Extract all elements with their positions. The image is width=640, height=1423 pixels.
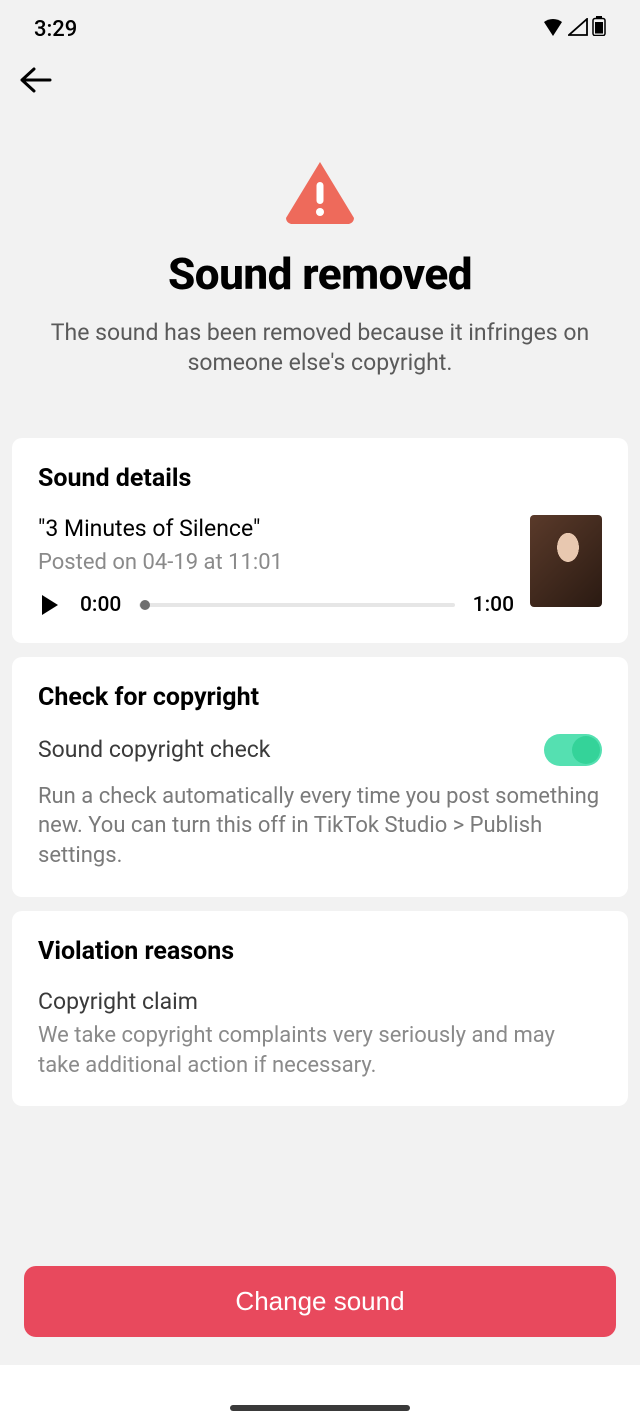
play-button[interactable] <box>38 593 62 617</box>
change-sound-button[interactable]: Change sound <box>24 1266 616 1337</box>
player-time-total: 1:00 <box>473 593 514 617</box>
play-icon <box>40 594 60 616</box>
battery-icon <box>592 16 606 42</box>
home-indicator-area <box>0 1365 640 1423</box>
cell-signal-icon <box>568 17 588 42</box>
back-button[interactable] <box>18 56 66 104</box>
violation-claim-description: We take copyright complaints very seriou… <box>38 1021 602 1080</box>
sound-title: "3 Minutes of Silence" <box>38 515 514 542</box>
status-indicators <box>542 16 606 42</box>
warning-icon <box>284 160 356 224</box>
page-title: Sound removed <box>28 248 612 300</box>
player-seek-track[interactable] <box>139 603 454 607</box>
audio-player: 0:00 1:00 <box>38 593 514 617</box>
status-bar: 3:29 <box>0 0 640 48</box>
status-time: 3:29 <box>34 17 77 42</box>
sound-details-card: Sound details "3 Minutes of Silence" Pos… <box>12 438 628 643</box>
copyright-check-heading: Check for copyright <box>38 683 602 712</box>
copyright-check-card: Check for copyright Sound copyright chec… <box>12 657 628 897</box>
page-subtitle: The sound has been removed because it in… <box>28 318 612 378</box>
toggle-knob <box>572 736 600 764</box>
wifi-icon <box>542 17 564 42</box>
violation-reasons-card: Violation reasons Copyright claim We tak… <box>12 911 628 1106</box>
copyright-toggle-label: Sound copyright check <box>38 736 270 763</box>
violation-claim-title: Copyright claim <box>38 988 602 1015</box>
copyright-toggle-description: Run a check automatically every time you… <box>38 782 602 871</box>
sound-posted-date: Posted on 04-19 at 11:01 <box>38 550 514 575</box>
copyright-toggle[interactable] <box>544 734 602 766</box>
violation-heading: Violation reasons <box>38 937 602 966</box>
video-thumbnail[interactable] <box>530 515 602 607</box>
home-indicator[interactable] <box>230 1405 410 1411</box>
hero-section: Sound removed The sound has been removed… <box>0 104 640 438</box>
player-time-current: 0:00 <box>80 593 121 617</box>
player-seek-thumb[interactable] <box>140 600 150 610</box>
sound-details-heading: Sound details <box>38 464 602 493</box>
arrow-left-icon <box>18 66 52 94</box>
